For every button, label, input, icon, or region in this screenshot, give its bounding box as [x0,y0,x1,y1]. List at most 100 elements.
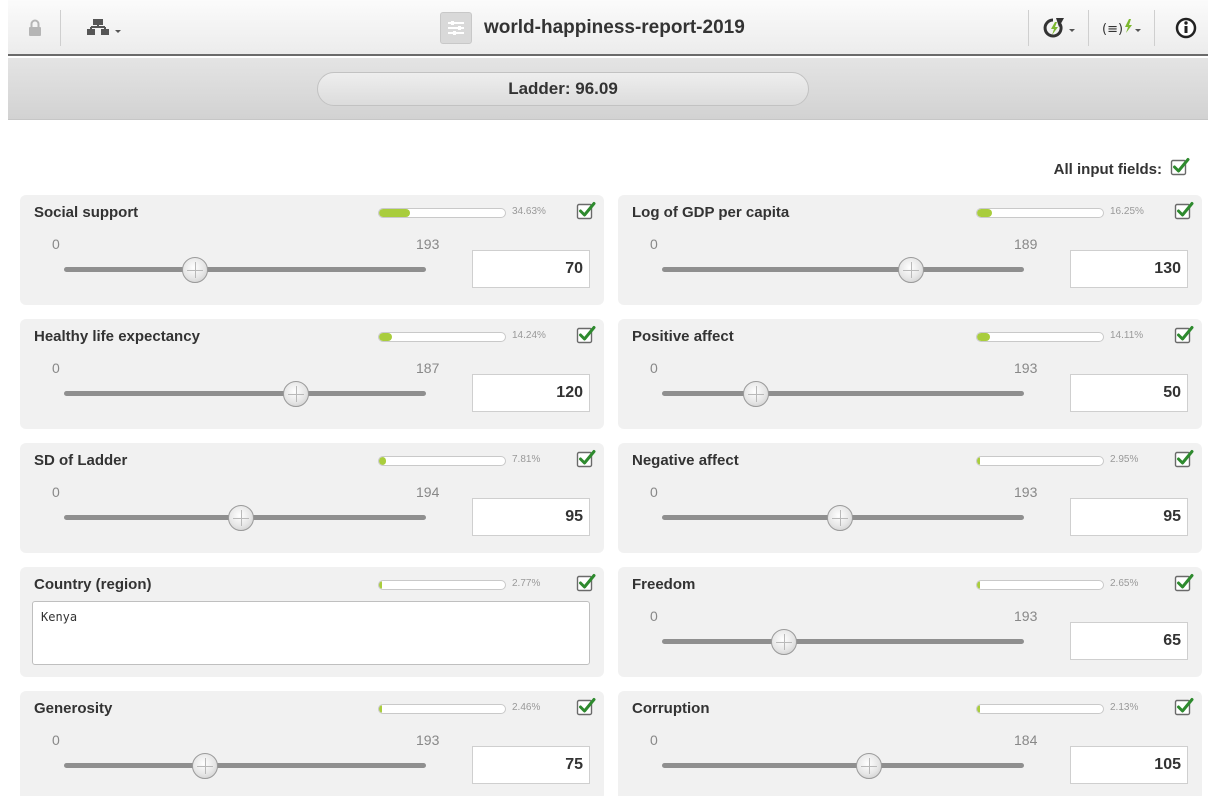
title-model-icon [440,12,472,44]
slider-max-label: 194 [416,484,440,500]
importance-percent: 2.13% [1110,702,1139,713]
slider-thumb[interactable] [855,753,882,779]
checkbox-checked-icon[interactable] [576,201,596,226]
slider-thumb[interactable] [742,381,769,407]
importance-bar [378,704,506,714]
slider-track[interactable] [64,267,426,272]
slider-max-label: 184 [1014,732,1038,748]
checkbox-checked-icon[interactable] [1174,573,1194,598]
value-input[interactable] [472,250,590,288]
checkbox-checked-icon[interactable] [1174,201,1194,226]
slider-min-label: 0 [52,236,60,252]
field-card: Healthy life expectancy 14.24% 0 187 [20,319,604,429]
importance-percent: 16.25% [1110,206,1144,217]
field-name: Healthy life expectancy [34,328,200,345]
slider-track[interactable] [64,763,426,768]
field-name: Social support [34,204,139,221]
slider-thumb[interactable] [827,505,854,531]
slider-min-label: 0 [52,360,60,376]
field-name: Log of GDP per capita [632,204,790,221]
value-input[interactable] [1070,498,1188,536]
lock-icon[interactable] [24,14,46,42]
slider-thumb[interactable] [897,257,924,283]
importance-percent: 2.65% [1110,578,1139,589]
all-input-fields-toggle: All input fields: [1054,157,1190,181]
slider-thumb[interactable] [182,257,209,283]
value-input[interactable] [1070,250,1188,288]
slider-min-label: 0 [650,732,658,748]
value-input[interactable] [472,374,590,412]
importance-fill [379,705,382,713]
slider-thumb[interactable] [770,629,797,655]
slider-track[interactable] [662,391,1024,396]
prediction-bar: Ladder: 96.09 [8,58,1208,120]
slider-track[interactable] [662,763,1024,768]
slider-thumb[interactable] [283,381,310,407]
field-name: Generosity [34,700,113,717]
slider-max-label: 193 [416,236,440,252]
toolbar-separator [1028,10,1029,46]
importance-bar [976,332,1104,342]
importance-fill [977,209,992,217]
title-area: world-happiness-report-2019 [440,12,745,44]
info-icon[interactable] [1174,14,1198,42]
importance-percent: 2.46% [512,702,541,713]
value-input[interactable] [1070,622,1188,660]
slider-track[interactable] [662,639,1024,644]
slider-max-label: 193 [1014,360,1038,376]
field-card: Positive affect 14.11% 0 193 [618,319,1202,429]
field-name: Negative affect [632,452,739,469]
value-input[interactable] [472,498,590,536]
importance-bar [378,208,506,218]
checkbox-checked-icon[interactable] [576,449,596,474]
importance-bar [378,580,506,590]
checkbox-checked-icon[interactable] [576,697,596,722]
checkbox-checked-icon[interactable] [576,573,596,598]
value-input[interactable] [472,746,590,784]
toolbar-separator [1154,10,1155,46]
importance-percent: 14.24% [512,330,546,341]
field-card: Generosity 2.46% 0 193 [20,691,604,796]
importance-percent: 2.95% [1110,454,1139,465]
importance-fill [379,333,392,341]
field-name: SD of Ladder [34,452,128,469]
checkbox-checked-icon[interactable] [1174,325,1194,350]
importance-bar [378,456,506,466]
importance-bar [976,456,1104,466]
value-input[interactable] [1070,746,1188,784]
importance-percent: 14.11% [1110,330,1144,341]
field-name: Freedom [632,576,696,593]
checkbox-checked-icon[interactable] [1174,697,1194,722]
field-card: Freedom 2.65% 0 193 [618,567,1202,677]
value-input[interactable] [1070,374,1188,412]
slider-max-label: 193 [1014,608,1038,624]
model-tree-icon[interactable] [80,14,130,42]
field-card: Social support 34.63% 0 193 [20,195,604,305]
field-name: Country (region) [34,576,152,593]
importance-bar [976,580,1104,590]
importance-bar [976,704,1104,714]
checkbox-checked-icon[interactable] [1174,449,1194,474]
importance-fill [379,457,387,465]
toolbar-separator [1088,10,1089,46]
field-card: Negative affect 2.95% 0 193 [618,443,1202,553]
importance-fill [379,209,411,217]
formula-lightning-icon[interactable]: (≡) [1100,14,1144,42]
field-name: Corruption [632,700,710,717]
refresh-lightning-icon[interactable] [1040,14,1080,42]
all-input-fields-label: All input fields: [1053,160,1162,178]
checkbox-checked-icon[interactable] [1170,157,1190,181]
svg-text:(≡): (≡) [1102,22,1123,37]
slider-max-label: 193 [416,732,440,748]
importance-percent: 34.63% [512,206,546,217]
field-card: Country (region) 2.77% Kenya [20,567,604,677]
importance-fill [977,705,980,713]
field-name: Positive affect [632,328,734,345]
slider-track[interactable] [662,267,1024,272]
slider-thumb[interactable] [191,753,218,779]
checkbox-checked-icon[interactable] [576,325,596,350]
importance-fill [379,581,382,589]
slider-track[interactable] [64,391,426,396]
slider-thumb[interactable] [228,505,255,531]
text-input[interactable]: Kenya [32,601,590,665]
